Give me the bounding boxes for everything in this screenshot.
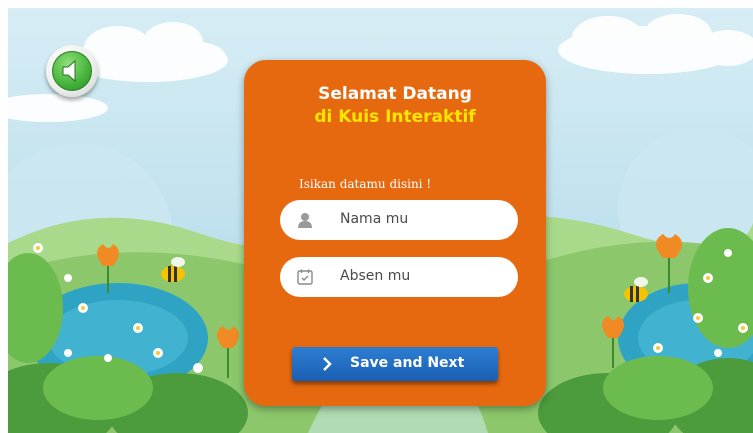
form-hint: Isikan datamu disini ! [299,177,432,191]
back-speaker-icon [62,59,76,83]
name-field[interactable]: Nama mu [280,200,518,240]
card-title: Selamat Datang [318,84,472,104]
absen-placeholder: Absen mu [340,268,411,284]
calendar-check-icon [297,269,313,285]
card-subtitle: di Kuis Interaktif [314,107,476,127]
user-icon [298,213,312,228]
save-and-next-button[interactable]: Save and Next [292,347,498,381]
welcome-card: Selamat Datang di Kuis Interaktif Isikan… [244,60,546,406]
chevron-right-icon [323,357,332,371]
absen-field[interactable]: Absen mu [280,257,518,297]
name-placeholder: Nama mu [340,211,409,227]
app-frame: Selamat Datang di Kuis Interaktif Isikan… [8,8,753,433]
back-button[interactable] [46,45,98,97]
save-and-next-label: Save and Next [350,355,465,371]
